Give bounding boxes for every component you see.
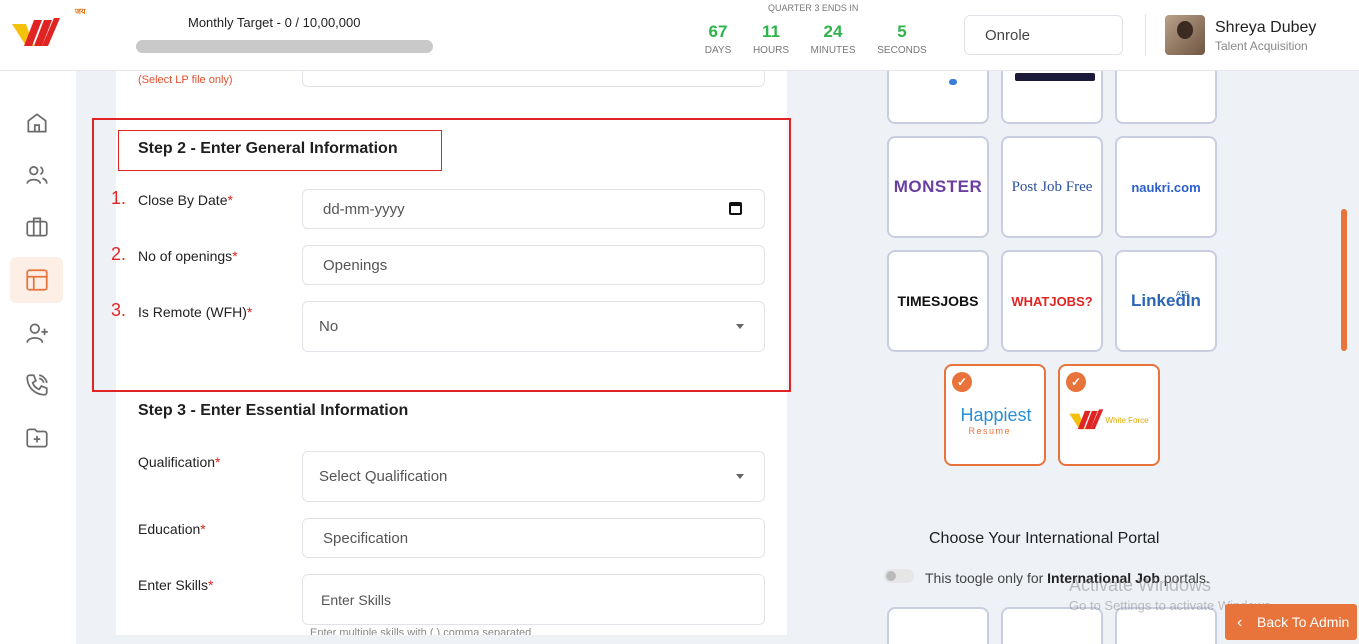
- folder-add-icon: [25, 428, 48, 448]
- international-portal-tile-1[interactable]: [887, 607, 989, 644]
- sidebar-item-home[interactable]: [10, 100, 63, 146]
- whatjobs-logo: WHATJOBS?: [1011, 293, 1093, 309]
- add-user-icon: [25, 323, 48, 343]
- avatar[interactable]: [1165, 15, 1205, 55]
- chevron-down-icon: [736, 473, 744, 479]
- international-toggle[interactable]: [884, 569, 914, 583]
- portal-tile-happiest-resume[interactable]: ✓ Happiest Resume: [944, 364, 1046, 466]
- monster-logo: MONSTER: [893, 177, 983, 196]
- qualification-select[interactable]: Select Qualification: [302, 451, 765, 502]
- portal-tile-naukri[interactable]: naukri.com: [1115, 136, 1217, 238]
- skills-helper-text: Enter multiple skills with (,) comma sep…: [310, 627, 532, 635]
- sidebar-item-calls[interactable]: [10, 362, 63, 408]
- annotation-title-box: [118, 130, 442, 171]
- whiteforce-text: White Force: [1105, 415, 1149, 425]
- portal-tile-whiteforce[interactable]: ✓ White Force: [1058, 364, 1160, 466]
- sidebar-item-jobs[interactable]: [10, 204, 63, 250]
- skills-label: Enter Skills*: [138, 577, 214, 593]
- skills-input[interactable]: Enter Skills: [302, 574, 765, 625]
- countdown-minutes: 24 MINUTES: [810, 22, 856, 56]
- countdown-title: QUARTER 3 ENDS IN: [768, 3, 859, 13]
- portal-tile-linkedin[interactable]: ATS LinkedIn: [1115, 250, 1217, 352]
- monthly-target-progress-bar: [136, 40, 433, 53]
- countdown-seconds: 5 SECONDS: [877, 22, 927, 56]
- portal-tile-postjobfree[interactable]: Post Job Free: [1001, 136, 1103, 238]
- education-label: Education*: [138, 521, 206, 537]
- portal-tile-timesjobs[interactable]: TIMESJOBS: [887, 250, 989, 352]
- scrollbar-thumb[interactable]: [1341, 209, 1347, 351]
- home-icon: [26, 113, 47, 133]
- whiteforce-logo[interactable]: [12, 16, 62, 50]
- portal-tile-partial-1[interactable]: [887, 71, 989, 124]
- sidebar: [0, 71, 76, 644]
- timesjobs-logo: TIMESJOBS: [897, 293, 979, 309]
- postjobfree-logo: Post Job Free: [1011, 178, 1093, 195]
- sidebar-item-add-user[interactable]: [10, 310, 63, 356]
- qualification-label: Qualification*: [138, 454, 221, 470]
- briefcase-icon: [25, 217, 48, 237]
- step3-title: Step 3 - Enter Essential Information: [138, 402, 409, 419]
- annotation-number-1: 1.: [111, 188, 127, 208]
- checkmark-icon: ✓: [1066, 372, 1086, 392]
- checkmark-icon: ✓: [952, 372, 972, 392]
- user-name[interactable]: Shreya Dubey: [1215, 19, 1316, 37]
- users-icon: [25, 166, 48, 184]
- top-bar: जय Monthly Target - 0 / 10,00,000 QUARTE…: [0, 0, 1359, 71]
- file-upload-field[interactable]: [302, 71, 765, 87]
- countdown-hours: 11 HOURS: [752, 22, 790, 56]
- portal-tile-partial-2[interactable]: [1001, 71, 1103, 124]
- back-to-admin-button[interactable]: ‹ Back To Admin: [1225, 604, 1357, 640]
- header-divider: [1145, 14, 1146, 56]
- education-input[interactable]: Specification: [302, 518, 765, 558]
- resume-logo-sub: Resume: [968, 425, 1011, 436]
- happiest-logo: Happiest: [960, 404, 1032, 425]
- sidebar-item-layout[interactable]: [10, 257, 63, 303]
- naukri-logo: naukri.com: [1131, 179, 1201, 195]
- whiteforce-logo: [1069, 409, 1104, 430]
- annotation-number-2: 2.: [111, 244, 127, 264]
- chevron-left-icon: ‹: [1237, 614, 1243, 631]
- windows-watermark-title: Activate Windows: [1069, 575, 1212, 595]
- portal-tile-whatjobs[interactable]: WHATJOBS?: [1001, 250, 1103, 352]
- logo-badge: जय: [75, 7, 86, 16]
- company-selector[interactable]: Onrole: [964, 15, 1123, 55]
- portal-tile-monster[interactable]: MONSTER: [887, 136, 989, 238]
- sidebar-item-users[interactable]: [10, 152, 63, 198]
- user-role: Talent Acquisition: [1215, 39, 1308, 53]
- file-hint-label: (Select LP file only): [138, 74, 233, 86]
- countdown-days: 67 DAYS: [704, 22, 732, 56]
- portal-tile-partial-3[interactable]: [1115, 71, 1217, 124]
- monthly-target-label: Monthly Target - 0 / 10,00,000: [188, 15, 361, 30]
- international-portal-title: Choose Your International Portal: [929, 530, 1160, 547]
- linkedin-logo: LinkedIn: [1131, 291, 1201, 310]
- back-to-admin-label: Back To Admin: [1257, 614, 1350, 630]
- layout-icon: [25, 269, 48, 291]
- phone-icon: [25, 374, 48, 396]
- sidebar-item-folder[interactable]: [10, 415, 63, 461]
- linkedin-ats-badge: ATS: [1176, 291, 1190, 298]
- annotation-number-3: 3.: [111, 300, 127, 320]
